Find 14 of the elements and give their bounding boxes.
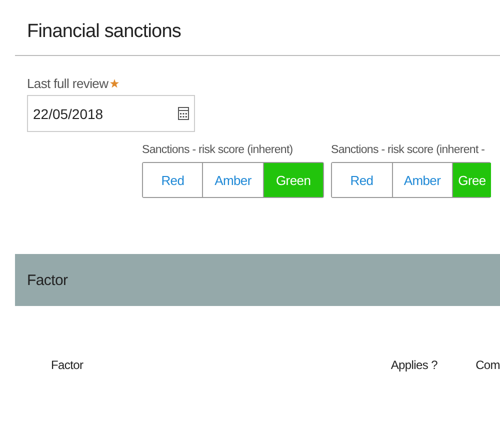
date-field[interactable]: 22/05/2018: [27, 95, 195, 132]
rating-option[interactable]: Red: [143, 163, 204, 197]
rating-option[interactable]: Red: [332, 163, 392, 197]
section-title: Financial sanctions: [26, 20, 182, 44]
column-header: Com: [476, 358, 500, 372]
field-label: Last full review: [27, 76, 108, 91]
rating-label: Sanctions - risk score (inherent): [142, 144, 294, 158]
rating-label: Sanctions - risk score (inherent -: [331, 144, 486, 158]
rating-option[interactable]: Green: [264, 163, 323, 197]
column-header: Applies ?: [390, 358, 439, 372]
column-header: Factor: [51, 358, 84, 372]
calendar-icon[interactable]: [178, 107, 189, 120]
panel-title: Factor: [27, 272, 68, 288]
rating-option[interactable]: Gree: [453, 163, 491, 197]
